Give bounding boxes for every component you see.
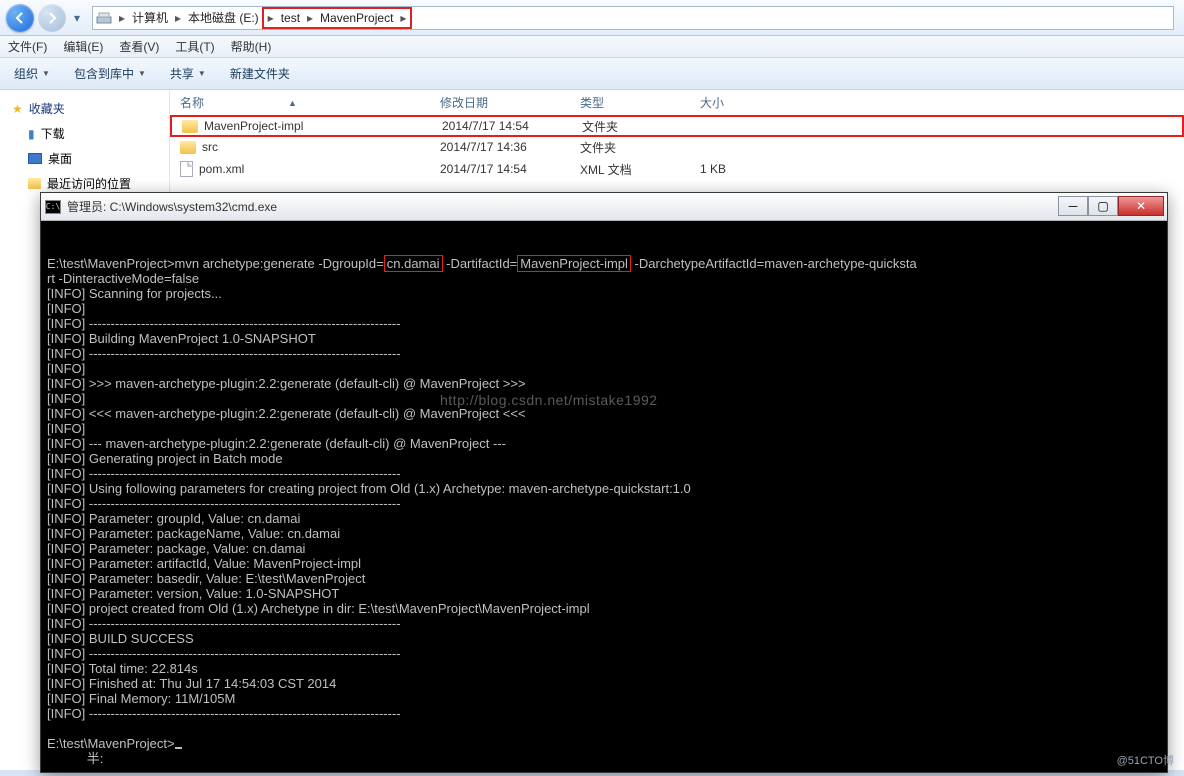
cmd-line: [47, 241, 1161, 256]
cmd-line: [INFO] project created from Old (1.x) Ar…: [47, 601, 1161, 616]
cmd-line: [INFO] Building MavenProject 1.0-SNAPSHO…: [47, 331, 1161, 346]
tool-new-folder[interactable]: 新建文件夹: [224, 62, 296, 85]
cmd-line: [INFO] Scanning for projects...: [47, 286, 1161, 301]
chevron-right-icon[interactable]: ▸: [396, 11, 410, 25]
ime-indicator: 半:: [47, 751, 1161, 766]
credit-text: @51CTO博: [1117, 752, 1174, 768]
drive-icon: [93, 11, 115, 25]
cmd-line: [INFO] Total time: 22.814s: [47, 661, 1161, 676]
col-type[interactable]: 类型: [580, 94, 700, 111]
table-row[interactable]: MavenProject-impl 2014/7/17 14:54文件夹: [170, 115, 1184, 137]
cmd-line: [INFO]: [47, 301, 1161, 316]
col-name[interactable]: 名称▲: [180, 94, 440, 111]
cmd-line: [INFO] <<< maven-archetype-plugin:2.2:ge…: [47, 406, 1161, 421]
menu-tools[interactable]: 工具(T): [175, 38, 214, 55]
toolbar: 组织▼ 包含到库中▼ 共享▼ 新建文件夹: [0, 58, 1184, 90]
cmd-line: [INFO]: [47, 361, 1161, 376]
cursor: [175, 747, 182, 749]
download-icon: ▮: [28, 127, 35, 141]
cmd-line: [INFO] Parameter: groupId, Value: cn.dam…: [47, 511, 1161, 526]
cmd-line: [INFO] ---------------------------------…: [47, 706, 1161, 721]
sort-ascending-icon: ▲: [288, 98, 297, 108]
recent-icon: [28, 178, 41, 189]
cmd-line: E:\test\MavenProject>mvn archetype:gener…: [47, 256, 1161, 271]
star-icon: ★: [12, 102, 23, 116]
cmd-line: [INFO] --- maven-archetype-plugin:2.2:ge…: [47, 436, 1161, 451]
cmd-window: C:\ 管理员: C:\Windows\system32\cmd.exe ─ ▢…: [40, 192, 1168, 773]
highlight-groupid: cn.damai: [384, 255, 443, 272]
minimize-button[interactable]: ─: [1058, 196, 1088, 216]
chevron-right-icon[interactable]: ▸: [171, 11, 185, 25]
cmd-line: [INFO] ---------------------------------…: [47, 346, 1161, 361]
chevron-right-icon[interactable]: ▸: [303, 11, 317, 25]
highlight-artifactid: MavenProject-impl: [517, 255, 631, 272]
cmd-line: [INFO] Final Memory: 11M/105M: [47, 691, 1161, 706]
maximize-button[interactable]: ▢: [1088, 196, 1118, 216]
col-date[interactable]: 修改日期: [440, 94, 580, 111]
cmd-line: [INFO] >>> maven-archetype-plugin:2.2:ge…: [47, 376, 1161, 391]
cmd-title-text: 管理员: C:\Windows\system32\cmd.exe: [67, 198, 1058, 215]
cmd-line: [47, 721, 1161, 736]
menu-help[interactable]: 帮助(H): [231, 38, 272, 55]
tool-organize[interactable]: 组织▼: [8, 62, 56, 85]
sidebar-desktop[interactable]: 桌面: [0, 146, 169, 171]
cmd-line: [INFO] BUILD SUCCESS: [47, 631, 1161, 646]
nav-forward-button[interactable]: [38, 4, 66, 32]
cmd-line: [INFO] ---------------------------------…: [47, 616, 1161, 631]
menu-file[interactable]: 文件(F): [8, 38, 47, 55]
table-row[interactable]: src 2014/7/17 14:36文件夹: [170, 136, 1184, 158]
chevron-right-icon[interactable]: ▸: [115, 11, 129, 25]
crumb-computer[interactable]: 计算机: [129, 9, 171, 26]
sidebar-favorites[interactable]: ★收藏夹: [0, 96, 169, 121]
cmd-line: [INFO] ---------------------------------…: [47, 316, 1161, 331]
crumb-test[interactable]: test: [278, 11, 303, 25]
cmd-line: [INFO] ---------------------------------…: [47, 646, 1161, 661]
cmd-title-bar[interactable]: C:\ 管理员: C:\Windows\system32\cmd.exe ─ ▢…: [41, 193, 1167, 221]
cmd-line: [INFO] Parameter: artifactId, Value: Mav…: [47, 556, 1161, 571]
watermark: http://blog.csdn.net/mistake1992: [440, 392, 658, 408]
cmd-icon: C:\: [45, 200, 61, 214]
address-bar[interactable]: ▸计算机 ▸本地磁盘 (E:) ▸test ▸MavenProject ▸: [92, 6, 1174, 30]
table-row[interactable]: pom.xml 2014/7/17 14:54XML 文档1 KB: [170, 158, 1184, 180]
col-size[interactable]: 大小: [700, 94, 820, 111]
tool-share[interactable]: 共享▼: [164, 62, 212, 85]
cmd-line: [INFO] Parameter: version, Value: 1.0-SN…: [47, 586, 1161, 601]
file-icon: [180, 161, 193, 177]
column-headers[interactable]: 名称▲ 修改日期 类型 大小: [170, 90, 1184, 116]
close-button[interactable]: ✕: [1118, 196, 1164, 216]
cmd-line: [INFO] Finished at: Thu Jul 17 14:54:03 …: [47, 676, 1161, 691]
cmd-line: rt -DinteractiveMode=false: [47, 271, 1161, 286]
menu-view[interactable]: 查看(V): [119, 38, 159, 55]
tool-include[interactable]: 包含到库中▼: [68, 62, 152, 85]
desktop-icon: [28, 153, 42, 164]
menu-edit[interactable]: 编辑(E): [63, 38, 103, 55]
explorer-nav-bar: ▾ ▸计算机 ▸本地磁盘 (E:) ▸test ▸MavenProject ▸: [0, 0, 1184, 36]
cmd-prompt: E:\test\MavenProject>: [47, 736, 1161, 751]
chevron-right-icon[interactable]: ▸: [264, 11, 278, 25]
cmd-line: [INFO] ---------------------------------…: [47, 466, 1161, 481]
crumb-mavenproject[interactable]: MavenProject: [317, 11, 396, 25]
cmd-output[interactable]: E:\test\MavenProject>mvn archetype:gener…: [41, 221, 1167, 772]
nav-history-dropdown[interactable]: ▾: [70, 8, 84, 28]
folder-icon: [182, 120, 198, 133]
nav-back-button[interactable]: [6, 4, 34, 32]
folder-icon: [180, 141, 196, 154]
cmd-line: [INFO] Parameter: package, Value: cn.dam…: [47, 541, 1161, 556]
cmd-line: [INFO] Generating project in Batch mode: [47, 451, 1161, 466]
cmd-line: [INFO] Parameter: packageName, Value: cn…: [47, 526, 1161, 541]
sidebar-downloads[interactable]: ▮下载: [0, 121, 169, 146]
menu-bar: 文件(F) 编辑(E) 查看(V) 工具(T) 帮助(H): [0, 36, 1184, 58]
cmd-line: [INFO]: [47, 421, 1161, 436]
cmd-line: [INFO] Parameter: basedir, Value: E:\tes…: [47, 571, 1161, 586]
cmd-line: [INFO] Using following parameters for cr…: [47, 481, 1161, 496]
crumb-drive[interactable]: 本地磁盘 (E:): [185, 9, 262, 26]
cmd-line: [INFO] ---------------------------------…: [47, 496, 1161, 511]
